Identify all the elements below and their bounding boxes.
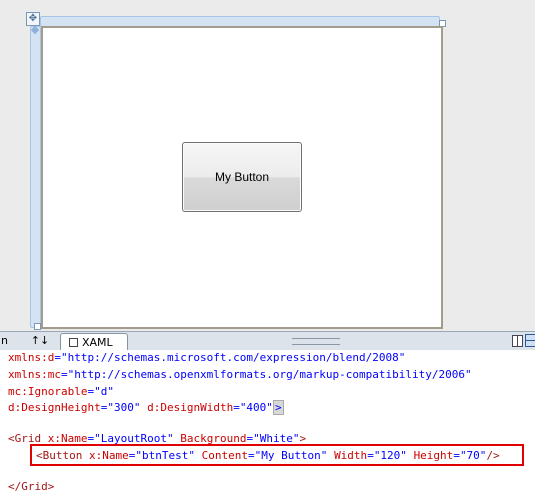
tab-xaml[interactable]: XAML: [60, 333, 128, 351]
code-line: d:DesignHeight="300" d:DesignWidth="400"…: [8, 400, 284, 415]
code-line: xmlns:d="http://schemas.microsoft.com/ex…: [8, 351, 406, 364]
design-surface[interactable]: ✥ My Button: [0, 0, 535, 331]
row-ruler[interactable]: [30, 26, 41, 328]
code-line: mc:Ignorable="d": [8, 385, 114, 398]
move-handle-icon[interactable]: ✥: [26, 12, 40, 26]
code-line-button: <Button x:Name="btnTest" Content="My But…: [36, 449, 500, 462]
code-line: </Grid>: [8, 480, 55, 493]
my-button-preview[interactable]: My Button: [182, 142, 302, 212]
tab-xaml-label: XAML: [82, 335, 113, 349]
closing-bracket-match: >: [272, 400, 284, 415]
resize-handle-bottom[interactable]: [34, 323, 41, 330]
vertical-split-icon[interactable]: [512, 335, 523, 347]
view-tab-bar: n ↑↓ XAML: [0, 331, 535, 351]
swap-panes-button[interactable]: ↑↓: [30, 333, 50, 348]
splitter-grip[interactable]: [292, 338, 340, 345]
layout-root-artboard[interactable]: My Button: [41, 26, 443, 329]
xaml-file-icon: [69, 338, 78, 347]
tab-design[interactable]: n: [0, 332, 21, 350]
code-line: xmlns:mc="http://schemas.openxmlformats.…: [8, 368, 472, 381]
xaml-editor[interactable]: xmlns:d="http://schemas.microsoft.com/ex…: [0, 350, 535, 495]
horizontal-split-icon[interactable]: [525, 334, 535, 347]
